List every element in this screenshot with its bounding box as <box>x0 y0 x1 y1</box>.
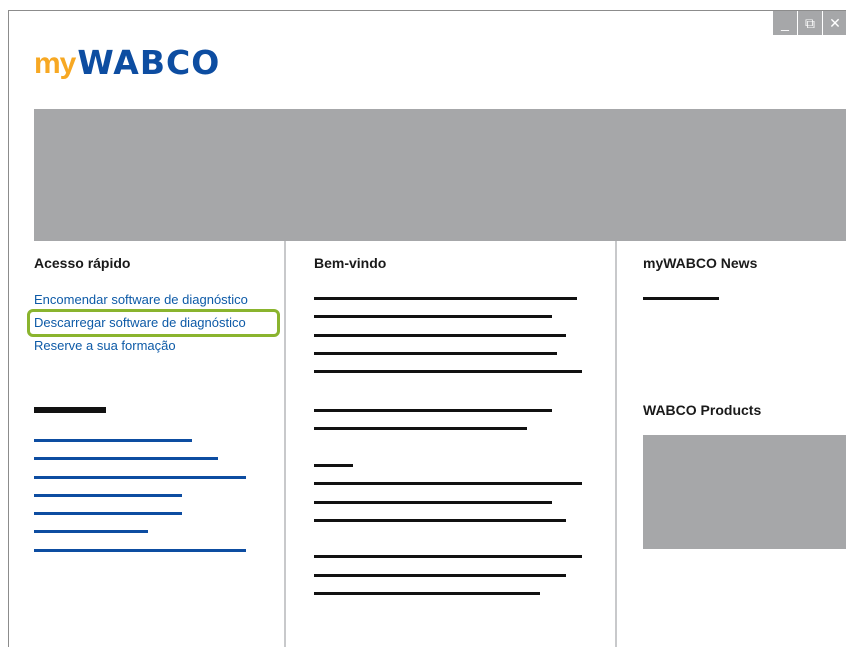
placeholder-text-line <box>314 464 353 467</box>
placeholder-link-line[interactable] <box>34 439 192 442</box>
column-divider <box>284 241 286 647</box>
placeholder-link-line[interactable] <box>34 512 182 515</box>
placeholder-text-line <box>314 427 527 430</box>
minimize-icon[interactable]: _ <box>773 11 797 35</box>
placeholder-news-line[interactable] <box>643 297 719 300</box>
placeholder-link-line[interactable] <box>34 549 246 552</box>
placeholder-text-line <box>314 482 582 485</box>
logo-prefix: my <box>34 47 76 80</box>
application-window: _ ⧉ ✕ my WABCO Acesso rápido Encomendar … <box>8 10 846 647</box>
placeholder-heading-line <box>34 407 106 413</box>
placeholder-text-line <box>314 592 540 595</box>
news-title: myWABCO News <box>643 255 758 271</box>
placeholder-link-line[interactable] <box>34 494 182 497</box>
logo-brand: WABCO <box>77 43 221 82</box>
placeholder-text-line <box>314 409 552 412</box>
placeholder-link-line[interactable] <box>34 476 246 479</box>
highlight-box <box>27 309 280 337</box>
placeholder-text-line <box>314 297 577 300</box>
window-controls: _ ⧉ ✕ <box>773 11 846 35</box>
placeholder-text-line <box>314 555 582 558</box>
placeholder-link-line[interactable] <box>34 530 148 533</box>
placeholder-text-line <box>314 352 557 355</box>
product-image[interactable] <box>643 435 846 549</box>
close-icon[interactable]: ✕ <box>822 11 846 35</box>
placeholder-text-line <box>314 315 552 318</box>
mywabco-logo[interactable]: my WABCO <box>34 39 220 79</box>
placeholder-text-line <box>314 370 582 373</box>
placeholder-text-line <box>314 334 566 337</box>
products-title: WABCO Products <box>643 402 762 418</box>
placeholder-text-line <box>314 501 552 504</box>
quick-access-title: Acesso rápido <box>34 255 131 271</box>
column-divider <box>615 241 617 647</box>
book-training-link[interactable]: Reserve a sua formação <box>34 337 248 360</box>
placeholder-text-line <box>314 574 566 577</box>
welcome-title: Bem-vindo <box>314 255 387 271</box>
placeholder-link-line[interactable] <box>34 457 218 460</box>
hero-banner-image <box>34 109 846 241</box>
placeholder-text-line <box>314 519 566 522</box>
restore-icon[interactable]: ⧉ <box>797 11 822 35</box>
